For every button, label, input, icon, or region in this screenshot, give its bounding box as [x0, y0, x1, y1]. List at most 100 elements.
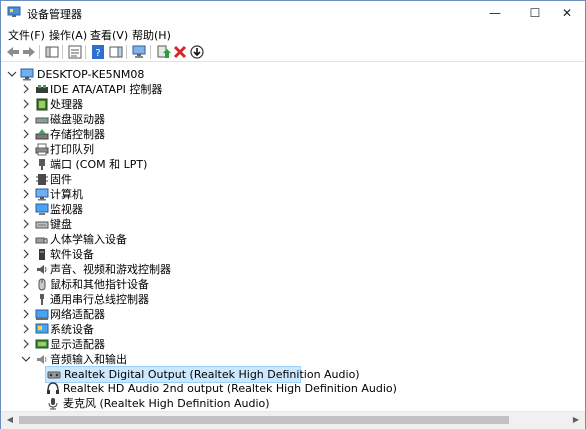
expand-chevron-icon[interactable]: [21, 129, 31, 139]
expand-chevron-icon[interactable]: [21, 324, 31, 334]
update-driver-icon[interactable]: [155, 44, 171, 60]
tree-category-label: 鼠标和其他指针设备: [50, 278, 149, 291]
close-icon: ✕: [561, 6, 573, 20]
tree-root-label: DESKTOP-KE5NM08: [37, 68, 145, 81]
device-manager-app-icon: [7, 6, 21, 17]
tree-category[interactable]: 键盘: [21, 217, 321, 232]
menu-help[interactable]: 帮助(H): [132, 27, 171, 43]
printer-icon: [35, 143, 49, 156]
tree-category[interactable]: 存储控制器: [21, 127, 321, 142]
help-icon[interactable]: ?: [90, 44, 106, 60]
close-button[interactable]: ✕: [549, 1, 585, 25]
horizontal-scrollbar[interactable]: ◀ ▶: [1, 411, 585, 429]
tree-category-label: 系统设备: [50, 323, 94, 336]
collapse-chevron-icon[interactable]: [21, 354, 31, 364]
forward-arrow-icon[interactable]: [21, 44, 37, 60]
tree-category[interactable]: 人体学输入设备: [21, 232, 321, 247]
tree-category[interactable]: 监视器: [21, 202, 321, 217]
tree-category-label: 键盘: [50, 218, 72, 231]
software-device-icon: [39, 249, 45, 260]
expand-chevron-icon[interactable]: [21, 279, 31, 289]
minimize-button[interactable]: —: [477, 1, 513, 25]
tree-device[interactable]: Realtek HD Audio 2nd output (Realtek Hig…: [45, 381, 397, 396]
tree-root[interactable]: DESKTOP-KE5NM08: [7, 67, 207, 82]
scan-hardware-icon[interactable]: [131, 44, 147, 60]
sound-icon: [37, 265, 47, 274]
tree-category[interactable]: 固件: [21, 172, 321, 187]
tree-category[interactable]: 鼠标和其他指针设备: [21, 277, 321, 292]
toolbar-separator: [62, 45, 63, 59]
expand-chevron-icon[interactable]: [21, 249, 31, 259]
menu-view[interactable]: 查看(V): [90, 27, 128, 43]
svg-text:?: ?: [95, 48, 100, 59]
tree-category[interactable]: 打印队列: [21, 142, 321, 157]
keyboard-icon: [35, 221, 49, 229]
microphone-icon: [48, 398, 58, 410]
menu-file[interactable]: 文件(F): [8, 27, 45, 43]
tree-category-label: 声音、视频和游戏控制器: [50, 263, 171, 276]
port-icon: [39, 159, 45, 170]
tree-category-expanded[interactable]: 音频输入和输出: [21, 352, 321, 367]
collapse-chevron-icon[interactable]: [7, 69, 17, 79]
usb-icon: [40, 294, 44, 305]
tree-device-label: Realtek HD Audio 2nd output (Realtek Hig…: [63, 382, 397, 395]
expand-chevron-icon[interactable]: [21, 234, 31, 244]
scroll-left-arrow-icon[interactable]: ◀: [3, 414, 17, 426]
scroll-right-arrow-icon[interactable]: ▶: [569, 414, 583, 426]
uninstall-device-icon[interactable]: [172, 44, 188, 60]
expand-chevron-icon[interactable]: [21, 189, 31, 199]
expand-chevron-icon[interactable]: [21, 84, 31, 94]
tree-category-label: 软件设备: [50, 248, 94, 261]
toolbar-separator: [150, 45, 151, 59]
disable-device-icon[interactable]: [189, 44, 205, 60]
tree-category[interactable]: 处理器: [21, 97, 321, 112]
toolbar: ?: [1, 43, 585, 62]
scrollbar-thumb[interactable]: [19, 416, 509, 424]
menu-bar: 文件(F) 操作(A) 查看(V) 帮助(H): [1, 25, 585, 43]
window-title: 设备管理器: [27, 8, 82, 21]
monitor-icon: [35, 203, 49, 215]
tree-category[interactable]: 软件设备: [21, 247, 321, 262]
speaker-device-icon: [47, 371, 61, 379]
expand-chevron-icon[interactable]: [21, 114, 31, 124]
properties-icon[interactable]: [67, 44, 83, 60]
expand-chevron-icon[interactable]: [21, 294, 31, 304]
expand-chevron-icon[interactable]: [21, 99, 31, 109]
expand-chevron-icon[interactable]: [21, 174, 31, 184]
title-bar: 设备管理器 — ☐ ✕: [1, 1, 585, 25]
tree-category[interactable]: 网络适配器: [21, 307, 321, 322]
device-manager-window: 设备管理器 — ☐ ✕ 文件(F) 操作(A) 查看(V) 帮助(H) ? DE…: [0, 0, 586, 429]
maximize-button[interactable]: ☐: [517, 1, 553, 25]
minimize-icon: —: [489, 6, 501, 20]
tree-category[interactable]: 计算机: [21, 187, 321, 202]
tree-category[interactable]: 端口 (COM 和 LPT): [21, 157, 321, 172]
tree-category[interactable]: IDE ATA/ATAPI 控制器: [21, 82, 321, 97]
expand-chevron-icon[interactable]: [21, 219, 31, 229]
tree-category[interactable]: 磁盘驱动器: [21, 112, 321, 127]
tree-category-label: 显示适配器: [50, 338, 105, 351]
tree-category-label: 打印队列: [50, 143, 94, 156]
expand-chevron-icon[interactable]: [21, 264, 31, 274]
expand-chevron-icon[interactable]: [21, 159, 31, 169]
action-pane-icon[interactable]: [108, 44, 124, 60]
network-adapter-icon: [35, 309, 49, 320]
menu-action[interactable]: 操作(A): [49, 27, 87, 43]
tree-category[interactable]: 显示适配器: [21, 337, 321, 352]
back-arrow-icon[interactable]: [5, 44, 21, 60]
tree-category-label: 监视器: [50, 203, 83, 216]
show-hide-console-tree-icon[interactable]: [44, 44, 60, 60]
display-adapter-icon: [35, 339, 49, 349]
expand-chevron-icon[interactable]: [21, 144, 31, 154]
tree-category-label: 计算机: [50, 188, 83, 201]
tree-category[interactable]: 通用串行总线控制器: [21, 292, 321, 307]
tree-category-label: 处理器: [50, 98, 83, 111]
tree-device[interactable]: 麦克风 (Realtek High Definition Audio): [45, 396, 345, 411]
tree-category[interactable]: 系统设备: [21, 322, 321, 337]
expand-chevron-icon[interactable]: [21, 204, 31, 214]
tree-category[interactable]: 声音、视频和游戏控制器: [21, 262, 321, 277]
device-tree[interactable]: DESKTOP-KE5NM08 IDE ATA/ATAPI 控制器 处理器 磁盘…: [1, 63, 585, 411]
expand-chevron-icon[interactable]: [21, 339, 31, 349]
expand-chevron-icon[interactable]: [21, 309, 31, 319]
computer-icon: [35, 188, 49, 201]
toolbar-separator: [85, 45, 86, 59]
